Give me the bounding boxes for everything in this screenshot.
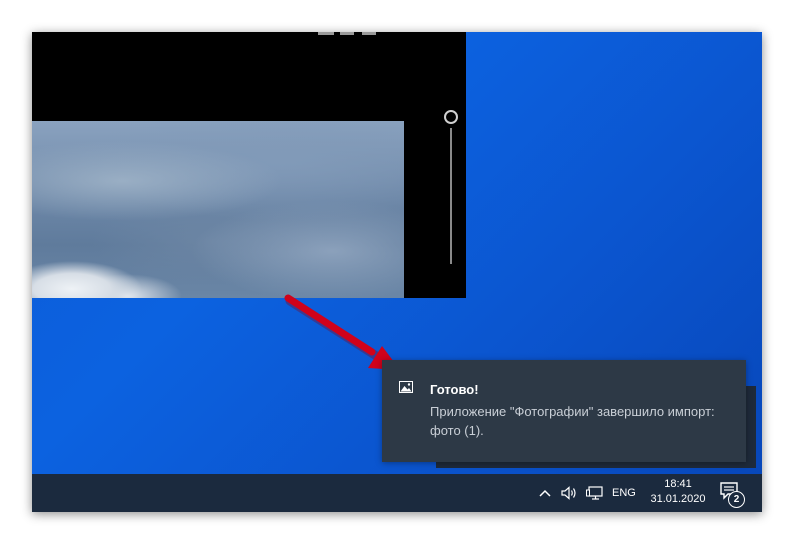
action-center-button[interactable]: 2 — [716, 479, 746, 509]
image-icon — [399, 381, 413, 393]
speaker-icon — [561, 486, 576, 500]
clock-date: 31.01.2020 — [650, 493, 706, 505]
zoom-slider[interactable] — [444, 110, 458, 270]
sky-photo — [32, 121, 404, 298]
network-icon — [586, 486, 603, 500]
photos-app-window[interactable] — [32, 32, 466, 298]
notification-count-badge: 2 — [728, 491, 745, 508]
zoom-slider-thumb[interactable] — [444, 110, 458, 124]
zoom-slider-track[interactable] — [450, 128, 452, 264]
taskbar: ENG 18:41 31.01.2020 2 — [32, 474, 762, 512]
clock-time: 18:41 — [664, 478, 692, 490]
window-controls — [318, 32, 378, 38]
close-mark — [362, 32, 376, 35]
clock[interactable]: 18:41 31.01.2020 — [646, 477, 710, 511]
chevron-up-icon — [539, 489, 551, 497]
network-button[interactable] — [586, 474, 606, 512]
toast-title: Готово! — [430, 382, 479, 397]
minimize-mark — [318, 32, 334, 35]
desktop-screenshot: Готово! Приложение "Фотографии" завершил… — [32, 32, 762, 512]
toast-body: Приложение "Фотографии" завершило импорт… — [430, 404, 715, 438]
show-hidden-icons-button[interactable] — [538, 474, 554, 512]
input-language-button[interactable]: ENG — [612, 474, 638, 512]
maximize-mark — [340, 32, 354, 35]
volume-button[interactable] — [561, 474, 581, 512]
toast-notification[interactable]: Готово! Приложение "Фотографии" завершил… — [382, 360, 746, 462]
